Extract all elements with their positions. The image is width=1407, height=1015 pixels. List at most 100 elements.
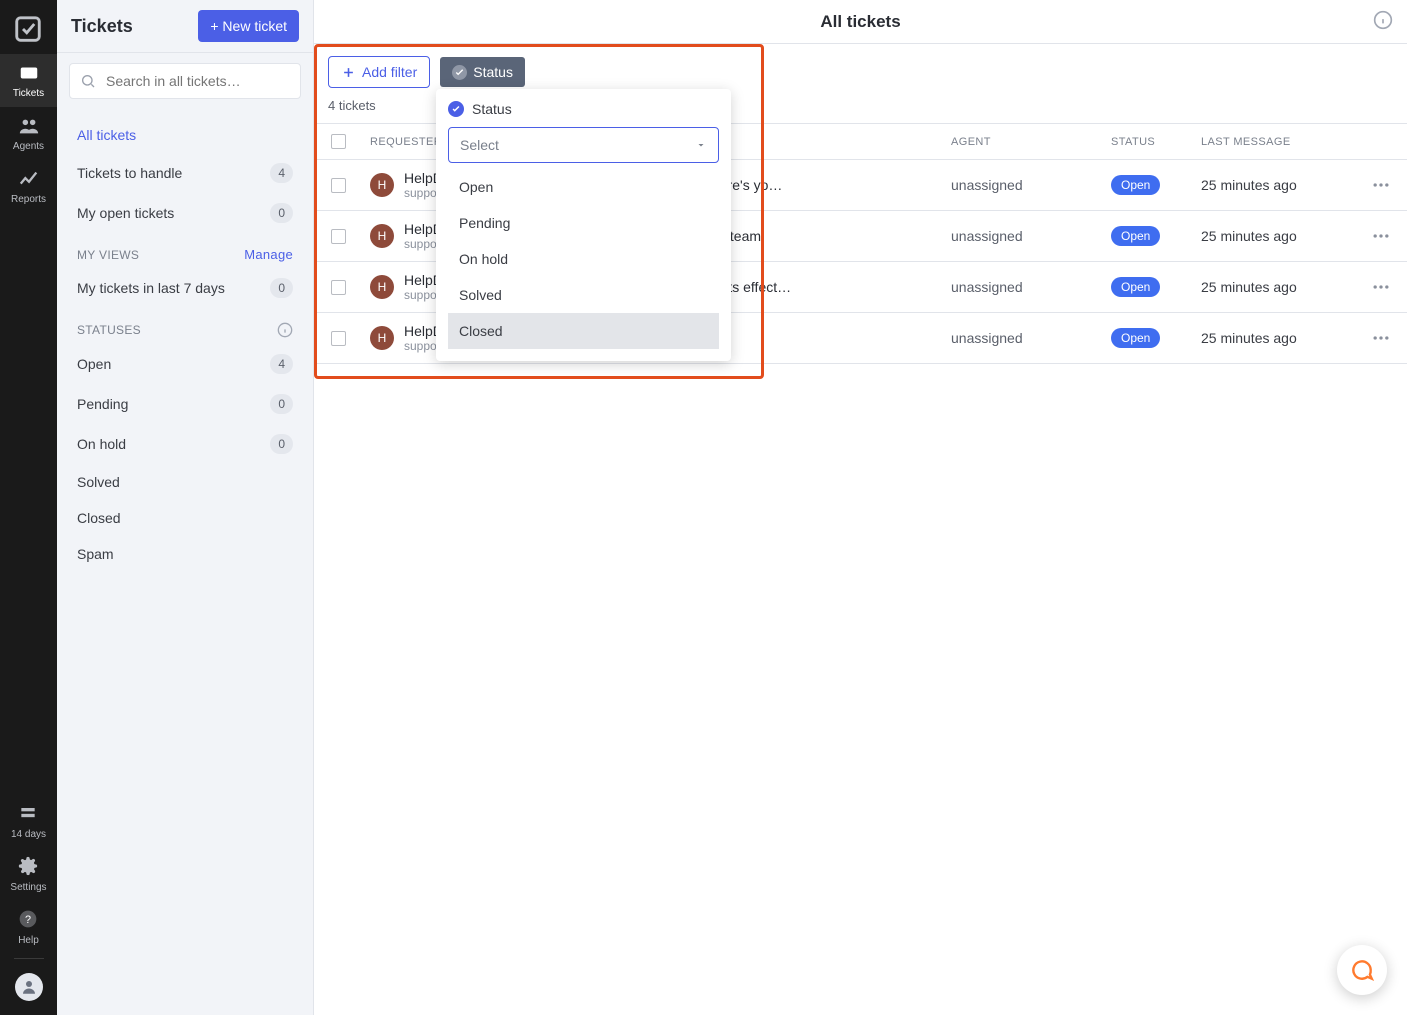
nav-rail: Tickets Agents Reports 14 days Settings … [0, 0, 57, 1015]
status-badge: Open [1111, 175, 1160, 195]
check-icon [452, 65, 467, 80]
requester-avatar: H [370, 224, 394, 248]
sidebar-item-label: On hold [77, 436, 126, 452]
help-icon: ? [18, 909, 40, 931]
status-option-pending[interactable]: Pending [448, 205, 719, 241]
search-icon [80, 73, 96, 89]
row-actions[interactable] [1363, 277, 1407, 297]
rail-label: Reports [11, 194, 46, 205]
row-actions[interactable] [1363, 175, 1407, 195]
row-checkbox[interactable] [331, 229, 346, 244]
sidebar-item-label: Spam [77, 546, 114, 562]
requester-avatar: H [370, 326, 394, 350]
ticket-agent: unassigned [943, 177, 1103, 193]
count-badge: 0 [270, 434, 293, 454]
check-icon [448, 101, 464, 117]
ticket-agent: unassigned [943, 330, 1103, 346]
sidebar-view-all-tickets[interactable]: All tickets [69, 117, 301, 153]
row-actions[interactable] [1363, 226, 1407, 246]
status-select[interactable]: Select [448, 127, 719, 163]
reports-icon [18, 168, 40, 190]
ticket-agent: unassigned [943, 228, 1103, 244]
sidebar-title: Tickets [71, 16, 133, 37]
ticket-agent: unassigned [943, 279, 1103, 295]
sidebar-item-label: All tickets [77, 127, 136, 143]
sidebar-status-open[interactable]: Open4 [69, 344, 301, 384]
status-option-solved[interactable]: Solved [448, 277, 719, 313]
status-badge: Open [1111, 226, 1160, 246]
search-input-wrap[interactable] [69, 63, 301, 99]
new-ticket-button[interactable]: + New ticket [198, 10, 299, 42]
row-actions[interactable] [1363, 328, 1407, 348]
svg-text:?: ? [24, 914, 30, 926]
rail-item-trial[interactable]: 14 days [0, 795, 57, 848]
ticket-icon [18, 62, 40, 84]
last-message-time: 25 minutes ago [1193, 279, 1363, 295]
manage-link[interactable]: Manage [244, 247, 293, 262]
status-badge: Open [1111, 277, 1160, 297]
sidebar-item-label: Pending [77, 396, 128, 412]
popup-title: Status [472, 101, 512, 117]
user-avatar[interactable] [15, 973, 43, 1001]
count-badge: 4 [270, 163, 293, 183]
agents-icon [18, 115, 40, 137]
rail-item-agents[interactable]: Agents [0, 107, 57, 160]
trial-icon [18, 803, 40, 825]
add-filter-label: Add filter [362, 64, 417, 80]
chevron-down-icon [695, 139, 707, 151]
rail-label: 14 days [11, 829, 46, 840]
row-checkbox[interactable] [331, 280, 346, 295]
count-badge: 0 [270, 203, 293, 223]
status-filter-popup: Status Select OpenPendingOn holdSolvedCl… [436, 89, 731, 361]
sidebar-view-my-open[interactable]: My open tickets 0 [69, 193, 301, 233]
col-status: STATUS [1103, 136, 1193, 148]
page-title: All tickets [820, 12, 900, 32]
last-message-time: 25 minutes ago [1193, 330, 1363, 346]
main-panel: All tickets Add filter Status Status Sel… [314, 0, 1407, 1015]
sidebar-view-to-handle[interactable]: Tickets to handle 4 [69, 153, 301, 193]
gear-icon [18, 856, 40, 878]
sidebar-item-label: Tickets to handle [77, 165, 182, 181]
status-option-open[interactable]: Open [448, 169, 719, 205]
section-statuses: STATUSES [77, 323, 141, 337]
sidebar-status-solved[interactable]: Solved [69, 464, 301, 500]
info-icon[interactable] [1373, 10, 1393, 30]
select-all-checkbox[interactable] [331, 134, 346, 149]
sidebar: Tickets + New ticket All tickets Tickets… [57, 0, 314, 1015]
sidebar-item-label: My tickets in last 7 days [77, 280, 225, 296]
requester-avatar: H [370, 173, 394, 197]
sidebar-status-closed[interactable]: Closed [69, 500, 301, 536]
rail-item-reports[interactable]: Reports [0, 160, 57, 213]
rail-item-help[interactable]: ? Help [0, 901, 57, 954]
add-filter-button[interactable]: Add filter [328, 56, 430, 88]
status-option-closed[interactable]: Closed [448, 313, 719, 349]
row-checkbox[interactable] [331, 178, 346, 193]
app-logo [13, 14, 45, 46]
select-placeholder: Select [460, 137, 499, 153]
status-option-on-hold[interactable]: On hold [448, 241, 719, 277]
sidebar-status-spam[interactable]: Spam [69, 536, 301, 572]
chat-fab[interactable] [1337, 945, 1387, 995]
row-checkbox[interactable] [331, 331, 346, 346]
sidebar-item-label: My open tickets [77, 205, 174, 221]
chip-label: Status [473, 64, 513, 80]
rail-item-settings[interactable]: Settings [0, 848, 57, 901]
rail-label: Agents [13, 141, 44, 152]
count-badge: 0 [270, 278, 293, 298]
rail-label: Tickets [13, 88, 44, 99]
col-last: LAST MESSAGE [1193, 136, 1363, 148]
count-badge: 4 [270, 354, 293, 374]
last-message-time: 25 minutes ago [1193, 177, 1363, 193]
sidebar-myview-7days[interactable]: My tickets in last 7 days 0 [69, 268, 301, 308]
status-badge: Open [1111, 328, 1160, 348]
sidebar-status-pending[interactable]: Pending0 [69, 384, 301, 424]
sidebar-item-label: Closed [77, 510, 121, 526]
info-icon[interactable] [277, 322, 293, 338]
search-input[interactable] [104, 72, 290, 90]
last-message-time: 25 minutes ago [1193, 228, 1363, 244]
rail-item-tickets[interactable]: Tickets [0, 54, 57, 107]
sidebar-status-on-hold[interactable]: On hold 0 [69, 424, 301, 464]
plus-icon [341, 65, 356, 80]
requester-avatar: H [370, 275, 394, 299]
filter-chip-status[interactable]: Status [440, 57, 525, 87]
